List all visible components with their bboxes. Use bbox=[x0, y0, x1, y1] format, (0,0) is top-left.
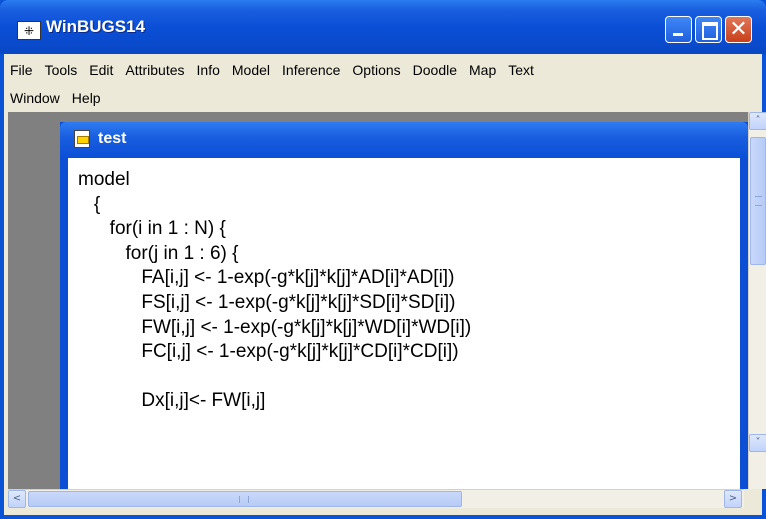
chevron-down-icon: ˅ bbox=[755, 437, 761, 448]
close-icon: ✕ bbox=[729, 17, 748, 42]
chevron-up-icon: ˄ bbox=[755, 115, 761, 126]
menu-edit[interactable]: Edit bbox=[83, 62, 119, 78]
horizontal-scroll-thumb[interactable] bbox=[28, 491, 462, 507]
title-bar[interactable]: ⁜ WinBUGS14 ✕ bbox=[0, 0, 766, 54]
menu-model[interactable]: Model bbox=[226, 62, 276, 78]
code-line: FW[i,j] <- 1-exp(-g*k[j]*k[j]*WD[i]*WD[i… bbox=[78, 316, 472, 338]
menu-window[interactable]: Window bbox=[4, 90, 66, 106]
chevron-right-icon: > bbox=[728, 493, 738, 504]
scroll-right-button[interactable]: > bbox=[724, 490, 742, 508]
menu-attributes[interactable]: Attributes bbox=[119, 62, 190, 78]
vertical-scroll-thumb[interactable] bbox=[750, 137, 766, 265]
menu-text[interactable]: Text bbox=[502, 62, 540, 78]
menu-doodle[interactable]: Doodle bbox=[407, 62, 463, 78]
scrollbar-corner bbox=[744, 489, 762, 507]
code-line: FC[i,j] <- 1-exp(-g*k[j]*k[j]*CD[i]*CD[i… bbox=[78, 341, 459, 363]
horizontal-scrollbar[interactable]: < > bbox=[8, 489, 744, 508]
document-title: test bbox=[98, 130, 127, 147]
menu-row-1: File Tools Edit Attributes Info Model Inferenc… bbox=[4, 57, 540, 83]
scroll-left-button[interactable]: < bbox=[8, 490, 26, 508]
menu-file[interactable]: File bbox=[4, 62, 39, 78]
document-title-bar[interactable]: test bbox=[60, 122, 748, 158]
menu-help[interactable]: Help bbox=[66, 90, 107, 106]
code-line: { bbox=[78, 193, 101, 215]
menu-inference[interactable]: Inference bbox=[276, 62, 346, 78]
code-line: FS[i,j] <- 1-exp(-g*k[j]*k[j]*SD[i]*SD[i… bbox=[78, 291, 456, 313]
vertical-scrollbar[interactable]: ˄ ˅ bbox=[748, 112, 766, 489]
menu-bar: File Tools Edit Attributes Info Model Inferenc… bbox=[4, 54, 762, 110]
maximize-button[interactable] bbox=[695, 16, 722, 43]
code-line: for(i in 1 : N) { bbox=[78, 218, 226, 240]
menu-map[interactable]: Map bbox=[463, 62, 502, 78]
document-icon[interactable] bbox=[74, 130, 90, 148]
close-button[interactable]: ✕ bbox=[725, 16, 752, 43]
code-line: model bbox=[78, 169, 130, 190]
scroll-up-button[interactable]: ˄ bbox=[749, 112, 766, 130]
app-title: WinBUGS14 bbox=[46, 17, 146, 36]
code-line: Dx[i,j]<- FW[i,j] bbox=[78, 390, 266, 412]
document-window: test model { for(i in 1 : N) { for(j in … bbox=[60, 122, 748, 489]
menu-row-2: Window Help bbox=[4, 85, 107, 111]
app-window: ⁜ WinBUGS14 ✕ File Tools Edit Attributes Inf… bbox=[0, 0, 766, 519]
code-line: FA[i,j] <- 1-exp(-g*k[j]*k[j]*AD[i]*AD[i… bbox=[78, 267, 455, 289]
code-text[interactable]: model { for(i in 1 : N) { for(j in 1 : 6… bbox=[78, 168, 471, 414]
winbugs-app-icon[interactable]: ⁜ bbox=[17, 21, 41, 40]
scroll-down-button[interactable]: ˅ bbox=[749, 434, 766, 452]
chevron-left-icon: < bbox=[12, 493, 22, 504]
app-client-area: File Tools Edit Attributes Info Model Inferenc… bbox=[4, 54, 766, 515]
menu-info[interactable]: Info bbox=[191, 62, 226, 78]
menu-tools[interactable]: Tools bbox=[39, 62, 84, 78]
mdi-workspace: test model { for(i in 1 : N) { for(j in … bbox=[8, 112, 766, 489]
minimize-button[interactable] bbox=[665, 16, 692, 43]
code-line: for(j in 1 : 6) { bbox=[78, 242, 239, 264]
menu-options[interactable]: Options bbox=[346, 62, 406, 78]
code-editor[interactable]: model { for(i in 1 : N) { for(j in 1 : 6… bbox=[68, 158, 740, 489]
